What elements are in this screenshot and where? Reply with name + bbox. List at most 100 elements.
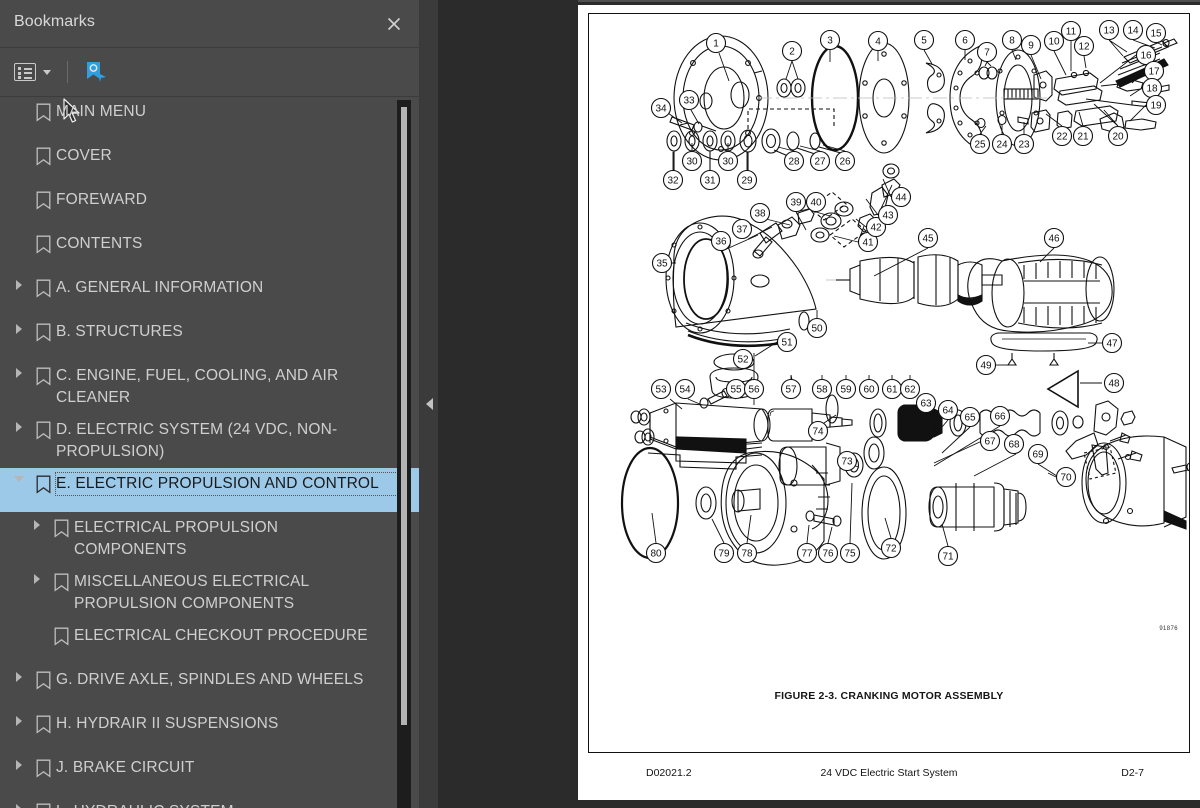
- callout-number: 5: [921, 36, 927, 47]
- footer-section-title: 24 VDC Electric Start System: [820, 767, 958, 779]
- bookmark-options-button[interactable]: [12, 60, 53, 84]
- callout-number: 50: [811, 324, 823, 335]
- bookmark-icon: [30, 189, 56, 210]
- chevron-right-icon[interactable]: [26, 517, 48, 530]
- callout-number: 33: [683, 96, 695, 107]
- callout-number: 66: [994, 412, 1006, 423]
- bookmark-item[interactable]: D. ELECTRIC SYSTEM (24 VDC, NON-PROPULSI…: [0, 414, 420, 468]
- chevron-right-icon[interactable]: [26, 571, 48, 584]
- twisty-spacer: [26, 625, 48, 628]
- bookmark-label: B. STRUCTURES: [56, 323, 183, 340]
- bookmark-icon: [30, 669, 56, 690]
- bookmark-label: L. HYDRAULIC SYSTEM: [56, 801, 264, 808]
- callout-number: 13: [1103, 26, 1115, 37]
- bookmark-item[interactable]: H. HYDRAIR II SUSPENSIONS: [0, 708, 420, 752]
- bookmark-icon: [30, 419, 56, 440]
- page-footer: D02021.2 24 VDC Electric Start System D2…: [588, 760, 1190, 786]
- bookmark-label: CONTENTS: [56, 235, 143, 252]
- bookmark-label: D. ELECTRIC SYSTEM (24 VDC, NON-PROPULSI…: [56, 421, 338, 460]
- bookmark-icon: [30, 277, 56, 298]
- bookmark-item[interactable]: CONTENTS: [0, 228, 420, 272]
- bookmark-item[interactable]: B. STRUCTURES: [0, 316, 420, 360]
- chevron-right-icon[interactable]: [8, 419, 30, 432]
- callout-number: 45: [922, 234, 934, 245]
- callout-number: 68: [1008, 440, 1020, 451]
- callout-number: 47: [1106, 339, 1118, 350]
- chevron-right-icon[interactable]: [8, 365, 30, 378]
- callout-number: 44: [895, 193, 907, 204]
- chevron-right-icon[interactable]: [8, 801, 30, 808]
- twisty-spacer: [8, 189, 30, 192]
- callout-number: 59: [840, 385, 852, 396]
- callout-number: 31: [704, 176, 716, 187]
- callout-number: 1: [713, 39, 719, 50]
- callout-number: 7: [984, 48, 990, 59]
- callout-number: 6: [962, 36, 968, 47]
- footer-document-code: D02021.2: [646, 767, 692, 779]
- chevron-right-icon[interactable]: [8, 713, 30, 726]
- callout-number: 16: [1140, 51, 1152, 62]
- callout-number: 55: [730, 385, 742, 396]
- bookmark-item[interactable]: E. ELECTRIC PROPULSION AND CONTROL: [0, 468, 420, 512]
- bookmark-icon: [48, 517, 74, 538]
- callout-number: 46: [1048, 234, 1060, 245]
- bookmark-label: COVER: [56, 147, 112, 164]
- bookmark-item[interactable]: FOREWARD: [0, 184, 420, 228]
- callout-number: 21: [1077, 132, 1089, 143]
- bookmark-item[interactable]: COVER: [0, 140, 420, 184]
- callout-number: 78: [741, 549, 753, 560]
- bookmark-label: MISCELLANEOUS ELECTRICAL PROPULSION COMP…: [74, 573, 309, 612]
- callout-number: 4: [875, 37, 881, 48]
- bookmarks-panel: Bookmarks MAIN MENU COVER FOREWARD CONTE…: [0, 0, 420, 808]
- page-top-edge: [578, 0, 1200, 2]
- callout-number: 63: [920, 399, 932, 410]
- callout-number: 24: [996, 140, 1008, 151]
- callout-number: 41: [862, 238, 874, 249]
- callout-number: 64: [942, 406, 954, 417]
- callout-number: 38: [754, 209, 766, 220]
- callout-number: 69: [1032, 450, 1044, 461]
- callout-number: 14: [1127, 26, 1139, 37]
- bookmarks-scrollbar-thumb[interactable]: [401, 107, 407, 725]
- bookmark-icon: [30, 233, 56, 254]
- collapse-sidebar-handle[interactable]: [420, 0, 438, 808]
- bookmark-item[interactable]: C. ENGINE, FUEL, COOLING, AND AIR CLEANE…: [0, 360, 420, 414]
- bookmarks-tree[interactable]: MAIN MENU COVER FOREWARD CONTENTS A. GENERAL…: [0, 96, 420, 808]
- chevron-right-icon[interactable]: [8, 321, 30, 334]
- chevron-right-icon[interactable]: [8, 277, 30, 290]
- callout-number: 22: [1056, 132, 1068, 143]
- callout-number: 15: [1150, 29, 1162, 40]
- document-page-area[interactable]: 1 2 3 4 5 6 7 8 9 10 11 12 13 14 15 16 17 18 19 20 21 22 23 24 2…: [578, 0, 1200, 808]
- cranking-motor-assembly-diagram: 1 2 3 4 5 6 7 8 9 10 11 12 13 14 15 16 17 18 19 20 21 22 23 24 2…: [588, 13, 1190, 713]
- bookmark-item[interactable]: ELECTRICAL PROPULSION COMPONENTS: [0, 512, 420, 566]
- callout-number: 72: [885, 544, 897, 555]
- bookmark-item[interactable]: A. GENERAL INFORMATION: [0, 272, 420, 316]
- callout-number: 58: [816, 385, 828, 396]
- bookmark-label: FOREWARD: [56, 191, 148, 208]
- callout-number: 76: [822, 549, 834, 560]
- bookmark-item[interactable]: L. HYDRAULIC SYSTEM: [0, 796, 420, 808]
- callout-number: 32: [667, 176, 679, 187]
- chevron-right-icon[interactable]: [8, 669, 30, 682]
- bookmark-item[interactable]: G. DRIVE AXLE, SPINDLES AND WHEELS: [0, 664, 420, 708]
- chevron-down-icon[interactable]: [8, 473, 30, 482]
- callout-number: 52: [737, 355, 749, 366]
- bookmark-item[interactable]: ELECTRICAL CHECKOUT PROCEDURE: [0, 620, 420, 664]
- callout-number: 29: [741, 176, 753, 187]
- callout-number: 73: [841, 457, 853, 468]
- callout-number: 79: [718, 549, 730, 560]
- bookmark-item[interactable]: MAIN MENU: [0, 96, 420, 140]
- bookmark-item[interactable]: J. BRAKE CIRCUIT: [0, 752, 420, 796]
- callout-number: 62: [904, 385, 916, 396]
- close-panel-button[interactable]: [382, 12, 406, 36]
- callout-number: 65: [964, 413, 976, 424]
- callout-number: 12: [1078, 42, 1090, 53]
- callout-number: 30: [686, 157, 698, 168]
- chevron-right-icon[interactable]: [8, 757, 30, 770]
- bookmark-item[interactable]: MISCELLANEOUS ELECTRICAL PROPULSION COMP…: [0, 566, 420, 620]
- bookmarks-scrollbar-track[interactable]: [397, 100, 411, 808]
- new-bookmark-icon[interactable]: [82, 59, 108, 85]
- list-options-icon: [14, 63, 36, 81]
- callout-number: 56: [748, 385, 760, 396]
- bookmark-label: J. BRAKE CIRCUIT: [56, 759, 195, 776]
